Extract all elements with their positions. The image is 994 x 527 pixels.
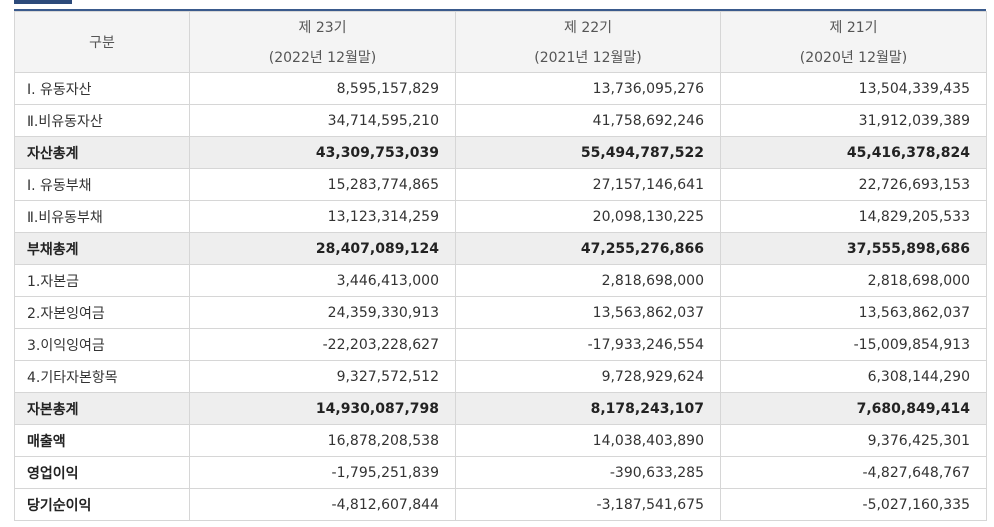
header-date-2022: (2022년 12월말) xyxy=(189,42,456,73)
row-label: Ⅰ. 유동부채 xyxy=(14,168,190,201)
row-label: 부채총계 xyxy=(14,232,190,265)
row-label: 당기순이익 xyxy=(14,488,190,521)
value-2022: 13,123,314,259 xyxy=(189,200,456,233)
value-2022: -22,203,228,627 xyxy=(189,328,456,361)
value-2022: 43,309,753,039 xyxy=(189,136,456,169)
row-label: 3.이익잉여금 xyxy=(14,328,190,361)
table-row: 1.자본금 3,446,413,000 2,818,698,000 2,818,… xyxy=(14,264,987,297)
header-date-2020: (2020년 12월말) xyxy=(720,42,987,73)
value-2020: -15,009,854,913 xyxy=(720,328,987,361)
row-label: 영업이익 xyxy=(14,456,190,489)
row-label: 자산총계 xyxy=(14,136,190,169)
header-period-21: 제 21기 xyxy=(720,11,987,42)
value-2021: -390,633,285 xyxy=(455,456,721,489)
row-label: Ⅱ.비유동자산 xyxy=(14,104,190,137)
value-2020: 2,818,698,000 xyxy=(720,264,987,297)
table-row: Ⅰ. 유동자산 8,595,157,829 13,736,095,276 13,… xyxy=(14,72,987,105)
value-2020: -5,027,160,335 xyxy=(720,488,987,521)
header-period-22: 제 22기 xyxy=(455,11,721,42)
value-2021: 2,818,698,000 xyxy=(455,264,721,297)
value-2020: -4,827,648,767 xyxy=(720,456,987,489)
table-row-operating-income: 영업이익 -1,795,251,839 -390,633,285 -4,827,… xyxy=(14,456,987,489)
value-2021: 13,563,862,037 xyxy=(455,296,721,329)
value-2022: 28,407,089,124 xyxy=(189,232,456,265)
value-2022: 9,327,572,512 xyxy=(189,360,456,393)
value-2022: 24,359,330,913 xyxy=(189,296,456,329)
value-2021: 27,157,146,641 xyxy=(455,168,721,201)
table-row: 2.자본잉여금 24,359,330,913 13,563,862,037 13… xyxy=(14,296,987,329)
value-2021: 41,758,692,246 xyxy=(455,104,721,137)
value-2021: -3,187,541,675 xyxy=(455,488,721,521)
table-row-net-income: 당기순이익 -4,812,607,844 -3,187,541,675 -5,0… xyxy=(14,488,987,521)
table-row: Ⅱ.비유동자산 34,714,595,210 41,758,692,246 31… xyxy=(14,104,987,137)
table-row-revenue: 매출액 16,878,208,538 14,038,403,890 9,376,… xyxy=(14,424,987,457)
value-2020: 7,680,849,414 xyxy=(720,392,987,425)
header-period-23: 제 23기 xyxy=(189,11,456,42)
financial-summary-table: 구분 제 23기 제 22기 제 21기 (2022년 12월말) (2021년… xyxy=(14,11,987,521)
row-label: 1.자본금 xyxy=(14,264,190,297)
value-2020: 31,912,039,389 xyxy=(720,104,987,137)
value-2020: 14,829,205,533 xyxy=(720,200,987,233)
value-2021: 20,098,130,225 xyxy=(455,200,721,233)
header-category: 구분 xyxy=(14,11,190,73)
title-accent-bar xyxy=(14,0,72,4)
row-label: Ⅰ. 유동자산 xyxy=(14,72,190,105)
value-2020: 9,376,425,301 xyxy=(720,424,987,457)
value-2021: -17,933,246,554 xyxy=(455,328,721,361)
value-2022: -1,795,251,839 xyxy=(189,456,456,489)
value-2022: -4,812,607,844 xyxy=(189,488,456,521)
value-2022: 15,283,774,865 xyxy=(189,168,456,201)
value-2022: 14,930,087,798 xyxy=(189,392,456,425)
value-2022: 16,878,208,538 xyxy=(189,424,456,457)
value-2021: 14,038,403,890 xyxy=(455,424,721,457)
row-label: 2.자본잉여금 xyxy=(14,296,190,329)
value-2021: 8,178,243,107 xyxy=(455,392,721,425)
row-label: 자본총계 xyxy=(14,392,190,425)
header-date-2021: (2021년 12월말) xyxy=(455,42,721,73)
value-2021: 47,255,276,866 xyxy=(455,232,721,265)
total-row-equity: 자본총계 14,930,087,798 8,178,243,107 7,680,… xyxy=(14,392,987,425)
row-label: 매출액 xyxy=(14,424,190,457)
table-row: Ⅱ.비유동부채 13,123,314,259 20,098,130,225 14… xyxy=(14,200,987,233)
table-row: 4.기타자본항목 9,327,572,512 9,728,929,624 6,3… xyxy=(14,360,987,393)
value-2021: 9,728,929,624 xyxy=(455,360,721,393)
row-label: Ⅱ.비유동부채 xyxy=(14,200,190,233)
value-2020: 45,416,378,824 xyxy=(720,136,987,169)
value-2020: 22,726,693,153 xyxy=(720,168,987,201)
value-2022: 3,446,413,000 xyxy=(189,264,456,297)
total-row-liabilities: 부채총계 28,407,089,124 47,255,276,866 37,55… xyxy=(14,232,987,265)
value-2021: 13,736,095,276 xyxy=(455,72,721,105)
value-2020: 37,555,898,686 xyxy=(720,232,987,265)
value-2020: 6,308,144,290 xyxy=(720,360,987,393)
value-2020: 13,563,862,037 xyxy=(720,296,987,329)
table-row: 3.이익잉여금 -22,203,228,627 -17,933,246,554 … xyxy=(14,328,987,361)
value-2022: 8,595,157,829 xyxy=(189,72,456,105)
value-2021: 55,494,787,522 xyxy=(455,136,721,169)
row-label: 4.기타자본항목 xyxy=(14,360,190,393)
total-row-assets: 자산총계 43,309,753,039 55,494,787,522 45,41… xyxy=(14,136,987,169)
value-2020: 13,504,339,435 xyxy=(720,72,987,105)
value-2022: 34,714,595,210 xyxy=(189,104,456,137)
table-row: Ⅰ. 유동부채 15,283,774,865 27,157,146,641 22… xyxy=(14,168,987,201)
